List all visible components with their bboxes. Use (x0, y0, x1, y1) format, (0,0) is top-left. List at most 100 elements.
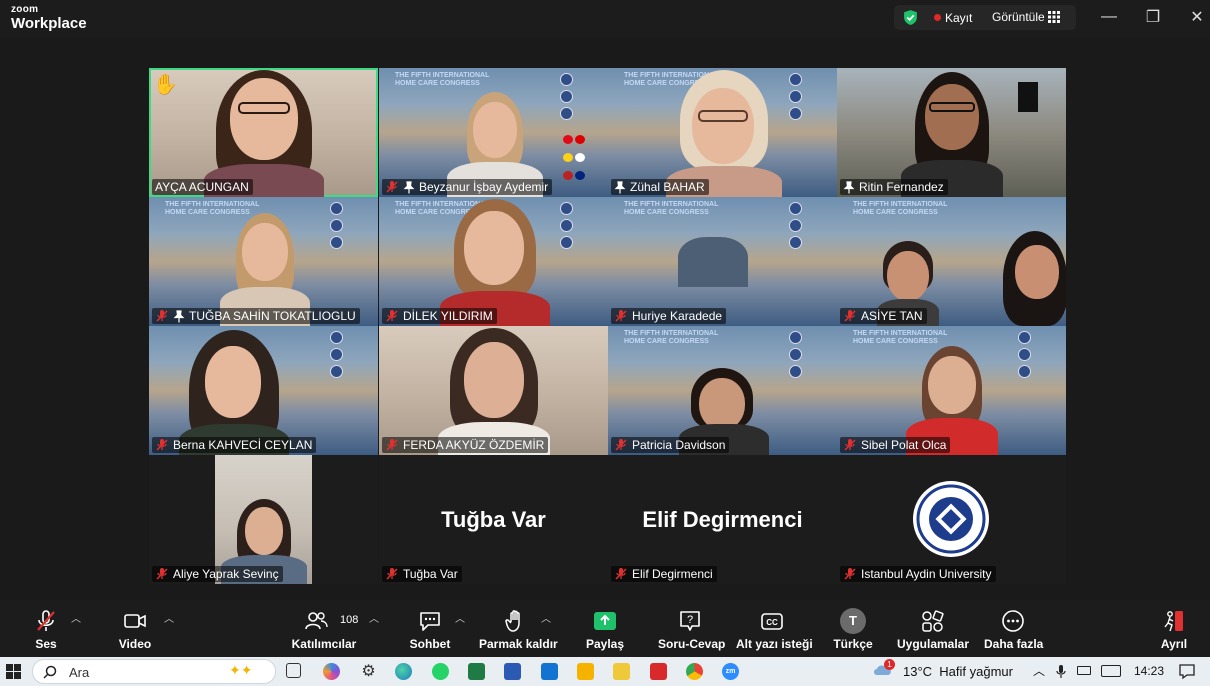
participant-name-label: Elif Degirmenci (611, 566, 717, 582)
search-highlight-sparkle-icon: ✦✦ (229, 662, 253, 678)
leave-button[interactable]: Ayrıl (1156, 606, 1192, 654)
participant-name: Berna KAHVECİ CEYLAN (173, 438, 313, 452)
recording-label[interactable]: Kayıt (945, 11, 972, 25)
language-button[interactable]: T Türkçe (832, 606, 874, 654)
audio-label: Ses (35, 637, 57, 651)
participant-tile[interactable]: THE FIFTH INTERNATIONAL HOME CARE CONGRES… (379, 68, 608, 197)
restore-button[interactable]: ❐ (1141, 6, 1165, 28)
battery-icon[interactable] (1077, 666, 1091, 675)
mic-muted-icon (156, 310, 168, 322)
whatsapp-icon[interactable] (432, 663, 449, 680)
participant-tile[interactable]: THE FIFTH INTERNATIONAL HOME CARE CONGRES… (149, 197, 378, 326)
zoom-app-icon[interactable]: zm (722, 663, 739, 680)
outlook-icon[interactable] (541, 663, 558, 680)
close-button[interactable]: ✕ (1185, 6, 1209, 28)
qa-button[interactable]: ? Soru-Cevap (658, 606, 725, 654)
participant-tile[interactable]: Istanbul Aydin University (837, 455, 1066, 584)
participant-tile[interactable]: Berna KAHVECİ CEYLAN (149, 326, 378, 455)
participant-name: ASİYE TAN (861, 309, 923, 323)
participant-tile[interactable]: THE FIFTH INTERNATIONAL HOME CARE CONGRES… (608, 326, 837, 455)
minimize-button[interactable]: — (1097, 6, 1121, 28)
sponsor-logos (560, 199, 600, 259)
reactions-chevron-icon[interactable]: ︿ (541, 610, 551, 625)
os-taskbar: Ara ✦✦ ⚙ zm 1 13°C Hafif yağmur ︿ 14:23 (0, 657, 1210, 686)
audio-options-chevron-icon[interactable]: ︿ (71, 610, 81, 625)
university-logo-icon (913, 481, 989, 557)
video-label: Video (118, 637, 152, 651)
participant-video (658, 68, 788, 197)
word-icon[interactable] (504, 663, 521, 680)
more-button[interactable]: Daha fazla (984, 606, 1043, 654)
participant-name-label: ASİYE TAN (840, 308, 927, 324)
logo-line-2: Workplace (11, 15, 87, 32)
weather-text[interactable]: 13°C Hafif yağmur (903, 664, 1013, 679)
clock-time[interactable]: 14:23 (1134, 664, 1164, 678)
participant-video (434, 328, 554, 455)
participant-tile[interactable]: THE FIFTH INTERNATIONAL HOME CARE CONGRES… (608, 68, 837, 197)
participant-tile[interactable]: Aliye Yaprak Sevinç (149, 455, 378, 584)
copilot-icon[interactable] (323, 663, 340, 680)
view-button[interactable]: Görüntüle (992, 10, 1045, 24)
notifications-icon[interactable] (1178, 663, 1196, 680)
participant-name-label: Berna KAHVECİ CEYLAN (152, 437, 317, 453)
poster-text: THE FIFTH INTERNATIONAL HOME CARE CONGRES… (853, 201, 948, 216)
sponsor-logos (330, 199, 370, 259)
participant-tile[interactable]: THE FIFTH INTERNATIONAL HOME CARE CONGRES… (608, 197, 837, 326)
security-shield-icon[interactable] (902, 9, 919, 26)
pin-icon (173, 309, 185, 322)
chat-icon (420, 612, 440, 631)
participant-tile[interactable]: Tuğba Var Tuğba Var (379, 455, 608, 584)
participant-video (194, 68, 334, 197)
video-camera-icon (124, 614, 146, 628)
sponsor-logos (789, 328, 829, 388)
participant-name: Elif Degirmenci (632, 567, 713, 581)
poster-text: THE FIFTH INTERNATIONAL HOME CARE CONGRES… (395, 72, 490, 87)
mic-muted-icon (844, 310, 856, 322)
participant-tile[interactable]: THE FIFTH INTERNATIONAL HOME CARE CONGRES… (379, 197, 608, 326)
windows-start-icon[interactable] (6, 664, 21, 679)
chat-button[interactable]: Sohbet (408, 606, 452, 654)
file-explorer-icon[interactable] (577, 663, 594, 680)
participant-tile[interactable]: Ritin Fernandez (837, 68, 1066, 197)
edge-browser-icon[interactable] (395, 663, 412, 680)
participant-name: Zühal BAHAR (630, 180, 705, 194)
mic-muted-icon (615, 310, 627, 322)
excel-icon[interactable] (468, 663, 485, 680)
participant-name-label: Sibel Polat Olca (840, 437, 951, 453)
participants-button[interactable]: 108 Katılımcılar (290, 606, 358, 654)
apps-button[interactable]: Uygulamalar (897, 606, 970, 654)
participant-name-label: AYÇA ACUNGAN (152, 179, 253, 195)
tray-chevron-up-icon[interactable]: ︿ (1033, 662, 1045, 679)
audio-button[interactable]: Ses (22, 606, 70, 654)
folder-icon[interactable] (613, 663, 630, 680)
keyboard-icon[interactable] (1101, 665, 1121, 677)
taskbar-search-box[interactable]: Ara ✦✦ (32, 659, 276, 684)
apps-label: Uygulamalar (897, 637, 970, 651)
microphone-tray-icon[interactable] (1056, 664, 1066, 679)
participant-tile[interactable]: THE FIFTH INTERNATIONAL HOME CARE CONGRES… (837, 326, 1066, 455)
task-view-icon[interactable] (286, 663, 301, 678)
flags (562, 132, 586, 186)
participant-name-label: TUĞBA SAHİN TOKATLIOGLU (152, 308, 360, 324)
chrome-icon[interactable] (686, 663, 703, 680)
participant-name: Tuğba Var (403, 567, 458, 581)
settings-gear-icon[interactable]: ⚙ (360, 663, 377, 680)
grid-view-icon[interactable] (1048, 11, 1060, 23)
acrobat-icon[interactable] (650, 663, 667, 680)
captions-button[interactable]: CC Alt yazı isteği (736, 606, 813, 654)
participant-tile[interactable]: Elif Degirmenci Elif Degirmenci (608, 455, 837, 584)
mic-muted-icon (386, 439, 398, 451)
share-button[interactable]: Paylaş (584, 606, 626, 654)
participant-tile[interactable]: ✋ AYÇA ACUNGAN (149, 68, 378, 197)
video-button[interactable]: Video (110, 606, 160, 654)
sponsor-logos (1018, 328, 1058, 388)
participant-name: TUĞBA SAHİN TOKATLIOGLU (189, 309, 356, 323)
svg-text:?: ? (687, 614, 693, 626)
participants-icon (305, 612, 328, 630)
participant-name-label: Beyzanur İşbay Aydemir (382, 179, 553, 195)
chat-options-chevron-icon[interactable]: ︿ (455, 610, 465, 625)
video-options-chevron-icon[interactable]: ︿ (164, 610, 174, 625)
participant-tile[interactable]: THE FIFTH INTERNATIONAL HOME CARE CONGRES… (837, 197, 1066, 326)
participant-tile[interactable]: FERDA AKYÜZ ÖZDEMİR (379, 326, 608, 455)
participants-options-chevron-icon[interactable]: ︿ (369, 610, 379, 625)
